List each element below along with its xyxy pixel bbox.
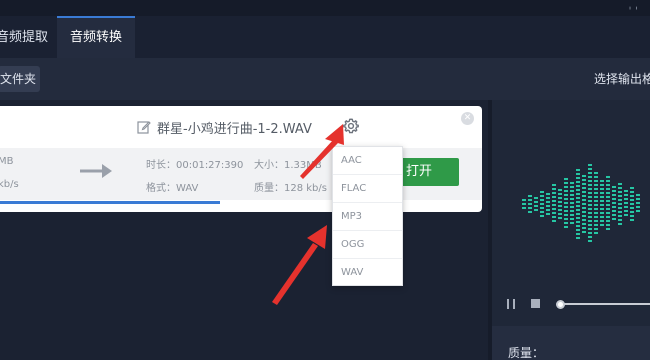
visualizer-bar [564,178,568,230]
visualizer-bar [618,183,622,225]
visualizer-bar [552,184,556,224]
toolbar: 文件夹 [0,58,650,100]
visualizer-bar [558,189,562,219]
visualizer-bar [624,190,628,218]
format-dropdown: AAC FLAC MP3 OGG WAV [332,146,403,286]
format-option-ogg[interactable]: OGG [333,231,402,259]
visualizer-bar [588,164,592,244]
format-text: 格式：WAV [146,183,199,194]
visualizer-bar [540,191,544,217]
open-folder-button[interactable]: 文件夹 [0,66,40,92]
quality-text: 质量：128 kb/s [254,183,327,194]
format-option-aac[interactable]: AAC [333,147,402,175]
format-option-mp3[interactable]: MP3 [333,203,402,231]
stop-icon[interactable] [531,299,540,308]
visualizer-bar [594,172,598,236]
source-bitrate: kb/s [0,179,19,190]
audio-visualizer [522,138,650,244]
tab-bar: 音频提取 音频转换 [0,16,650,58]
arrow-right-icon [80,164,112,178]
output-format-label: 选择输出格 [594,72,650,86]
visualizer-bar [612,186,616,222]
tab-audio-extract[interactable]: 音频提取 [0,16,54,58]
visualizer-bar [636,194,640,214]
playback-slider[interactable] [558,303,650,305]
visualizer-bar [600,180,604,228]
file-name: 群星-小鸡进行曲-1-2.WAV [157,121,312,137]
file-title[interactable]: 群星-小鸡进行曲-1-2.WAV [137,118,312,137]
visualizer-bar [630,187,634,221]
format-option-flac[interactable]: FLAC [333,175,402,203]
title-bar: ˌ ˌ [0,0,650,16]
visualizer-bar [582,175,586,233]
visualizer-bar [534,197,538,211]
quality-label: 质量： [508,346,545,360]
visualizer-bar [606,176,610,232]
gear-icon[interactable] [342,117,360,135]
visualizer-bar [522,199,526,209]
source-size: MB [0,156,14,167]
playback-slider-handle[interactable] [556,300,565,309]
size-text: 大小：1.33MB [254,160,322,171]
close-icon[interactable]: ✕ [461,112,474,125]
tab-audio-convert[interactable]: 音频转换 [57,16,135,58]
pause-icon[interactable] [506,299,516,309]
open-button[interactable]: 打开 [398,158,459,186]
visualizer-bar [576,169,580,239]
conversion-progress-bar [0,201,220,204]
edit-icon[interactable] [137,120,151,134]
visualizer-bar [528,195,532,213]
format-option-wav[interactable]: WAV [333,259,402,287]
visualizer-bar [570,182,574,226]
window-controls-icon[interactable]: ˌ ˌ [628,0,638,10]
duration-text: 时长：00:01:27:390 [146,160,244,171]
visualizer-bar [546,193,550,215]
